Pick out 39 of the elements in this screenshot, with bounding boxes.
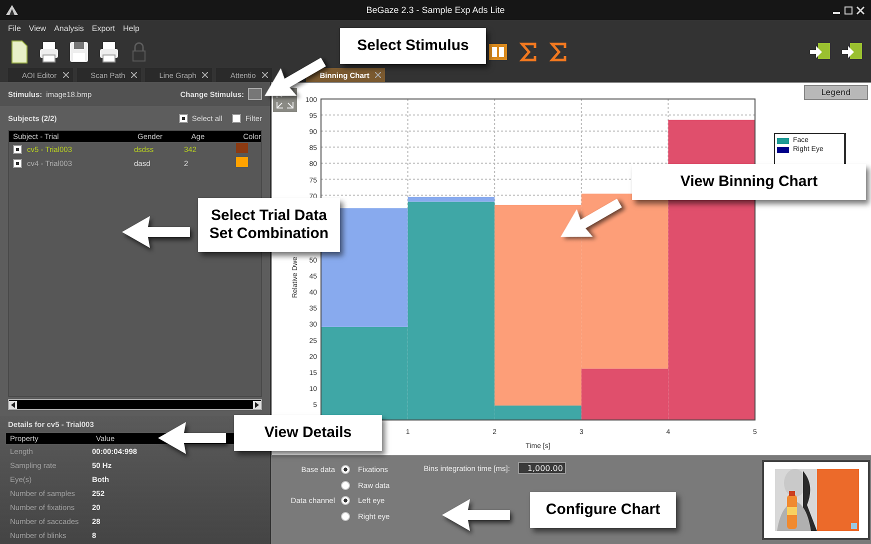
export-icon[interactable] — [841, 42, 863, 62]
scroll-left-icon[interactable] — [9, 400, 17, 408]
app-logo-icon — [6, 5, 18, 15]
color-swatch[interactable] — [236, 157, 248, 167]
sigma-icon[interactable] — [548, 42, 568, 62]
export-icon[interactable] — [809, 42, 831, 62]
scroll-right-icon[interactable] — [253, 400, 261, 408]
menu-item[interactable]: View — [28, 24, 46, 32]
menu-item[interactable]: File — [8, 24, 21, 32]
close-icon[interactable] — [202, 72, 208, 78]
film-icon[interactable] — [488, 42, 508, 62]
radio-button[interactable] — [341, 512, 350, 521]
filter-checkbox[interactable] — [232, 114, 242, 122]
sigma-icon[interactable] — [518, 42, 538, 62]
bins-input-field[interactable]: 1,000.00 — [518, 462, 566, 474]
callout-label: View Details — [234, 415, 382, 451]
row-checkbox[interactable] — [13, 158, 22, 168]
select-all-checkbox[interactable] — [178, 114, 188, 122]
callout-label: Select Stimulus — [340, 28, 486, 64]
maximize-icon[interactable] — [844, 6, 853, 14]
radio-button[interactable] — [341, 496, 350, 506]
legend-button[interactable]: Legend — [804, 85, 868, 100]
close-icon[interactable] — [62, 72, 69, 78]
radio-button[interactable] — [341, 480, 350, 490]
callout-label: View Binning Chart — [632, 164, 866, 200]
close-icon[interactable] — [262, 72, 268, 78]
row-checkbox[interactable] — [13, 144, 22, 154]
callout-label: Select Trial Data Set Combination — [198, 198, 340, 252]
horizontal-scrollbar[interactable] — [8, 399, 262, 410]
callout-label: Configure Chart — [530, 492, 676, 528]
printer-icon[interactable] — [98, 40, 120, 64]
menu-item[interactable]: Export — [92, 24, 116, 32]
window-title: BeGaze 2.3 - Sample Exp Ads Lite — [366, 5, 505, 15]
menu-item[interactable]: Analysis — [54, 24, 84, 32]
color-swatch[interactable] — [236, 143, 248, 153]
radio-button[interactable] — [341, 465, 350, 474]
printer-icon[interactable] — [38, 40, 60, 64]
menu-item[interactable]: Help — [123, 24, 140, 32]
close-icon[interactable] — [131, 72, 138, 78]
